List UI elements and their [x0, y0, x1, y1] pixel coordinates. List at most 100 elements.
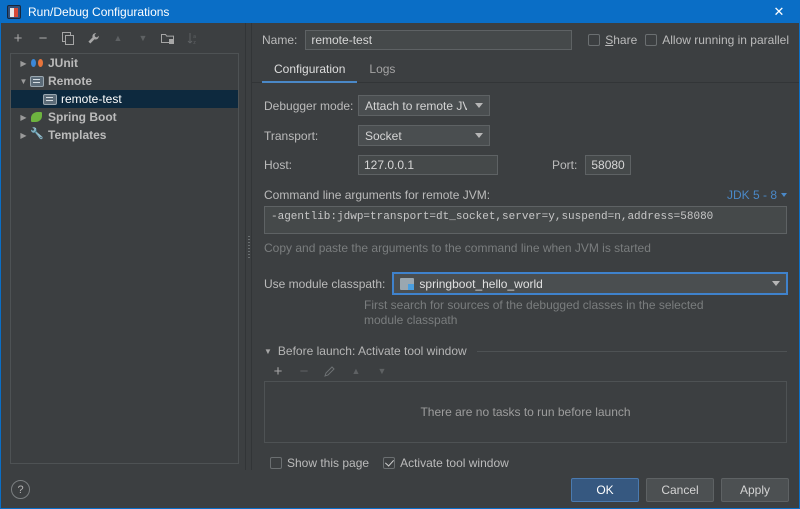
run-debug-configurations-dialog: Run/Debug Configurations ✕ + − ▲ ▼ a z ▶… [0, 0, 800, 509]
tab-logs[interactable]: Logs [357, 59, 407, 83]
command-line-arguments-textarea[interactable]: -agentlib:jdwp=transport=dt_socket,serve… [264, 206, 787, 234]
before-launch-divider [476, 350, 787, 352]
jdk-version-link[interactable]: JDK 5 - 8 [727, 188, 787, 202]
activate-tool-window-checkbox[interactable]: Activate tool window [383, 456, 509, 470]
before-launch-options: Show this page Activate tool window [264, 456, 787, 470]
chevron-down-icon[interactable]: ▼ [17, 77, 30, 86]
configurations-toolbar: + − ▲ ▼ a z [1, 27, 245, 49]
module-classpath-select[interactable]: springboot_hello_world [392, 272, 788, 295]
configuration-form: Debugger mode: Attach to remote JVM Tran… [252, 83, 799, 470]
show-this-page-checkbox-box[interactable] [270, 457, 282, 469]
svg-text:z: z [193, 40, 196, 45]
configurations-panel: + − ▲ ▼ a z ▶ JUnit ▼ Remote remote-test… [1, 23, 245, 470]
tree-node-junit[interactable]: ▶ JUnit [11, 54, 238, 72]
before-launch-header: ▼ Before launch: Activate tool window [264, 344, 787, 358]
cancel-button[interactable]: Cancel [646, 477, 714, 502]
command-line-header: Command line arguments for remote JVM: J… [264, 188, 787, 202]
move-into-folder-button[interactable] [160, 30, 176, 46]
command-line-hint: Copy and paste the arguments to the comm… [264, 241, 651, 255]
remote-icon [43, 94, 57, 105]
chevron-down-icon [772, 281, 780, 286]
task-move-up-button[interactable]: ▲ [348, 363, 364, 379]
add-configuration-button[interactable]: + [10, 30, 26, 46]
share-checkbox[interactable]: Share [588, 33, 637, 47]
before-launch-task-list[interactable]: There are no tasks to run before launch [264, 381, 787, 443]
allow-parallel-checkbox[interactable]: Allow running in parallel [645, 33, 789, 47]
sort-az-icon[interactable]: a z [185, 30, 201, 46]
edit-task-pencil-icon[interactable] [322, 363, 338, 379]
edit-templates-wrench-icon[interactable] [85, 30, 101, 46]
debugger-mode-select[interactable]: Attach to remote JVM [358, 95, 490, 116]
transport-label: Transport: [264, 128, 319, 143]
show-this-page-checkbox[interactable]: Show this page [270, 456, 369, 470]
port-label: Port: [552, 158, 578, 172]
host-input[interactable] [358, 155, 498, 175]
panel-splitter[interactable] [245, 23, 252, 470]
chevron-down-icon[interactable]: ▼ [264, 347, 272, 356]
spring-icon [30, 110, 44, 124]
before-launch-empty-text: There are no tasks to run before launch [420, 405, 631, 419]
module-icon [400, 277, 415, 290]
debugger-mode-value: Attach to remote JVM [365, 98, 467, 113]
before-launch-title: Before launch: Activate tool window [277, 344, 467, 358]
activate-tool-window-checkbox-box[interactable] [383, 457, 396, 469]
module-classpath-row: Use module classpath: springboot_hello_w… [264, 272, 788, 295]
close-icon[interactable]: ✕ [759, 1, 799, 23]
chevron-down-icon [781, 193, 787, 197]
tree-node-spring-boot[interactable]: ▶ Spring Boot [11, 108, 238, 126]
tree-node-label: Templates [48, 128, 107, 142]
tree-node-templates[interactable]: ▶ Templates [11, 126, 238, 144]
splitter-handle [247, 235, 250, 258]
add-task-button[interactable]: + [270, 363, 286, 379]
wrench-icon [30, 127, 44, 142]
editor-tabs: Configuration Logs [252, 57, 799, 83]
apply-button[interactable]: Apply [721, 477, 789, 502]
port-input[interactable] [585, 155, 632, 175]
share-checkbox-box[interactable] [588, 34, 601, 46]
configurations-tree[interactable]: ▶ JUnit ▼ Remote remote-test ▶ Spring Bo… [10, 53, 239, 464]
host-label: Host: [264, 158, 293, 172]
tree-node-label: Spring Boot [48, 110, 117, 124]
move-up-button[interactable]: ▲ [110, 30, 126, 46]
name-row: Name: Share Allow running in parallel [252, 23, 799, 57]
tab-configuration[interactable]: Configuration [262, 59, 358, 83]
window-title: Run/Debug Configurations [28, 5, 170, 19]
chevron-right-icon[interactable]: ▶ [17, 59, 30, 68]
name-input[interactable] [305, 30, 573, 50]
module-classpath-hint: First search for sources of the debugged… [364, 298, 704, 327]
ok-button[interactable]: OK [571, 477, 639, 502]
help-button[interactable]: ? [11, 480, 30, 499]
allow-parallel-checkbox-label: Allow running in parallel [662, 33, 789, 47]
copy-configuration-button[interactable] [60, 30, 76, 46]
show-this-page-label: Show this page [287, 456, 370, 470]
debugger-mode-label: Debugger mode: [264, 98, 354, 113]
configuration-editor-panel: Name: Share Allow running in parallel Co… [252, 23, 799, 470]
remove-task-button[interactable]: − [296, 363, 312, 379]
transport-select[interactable]: Socket [358, 125, 490, 146]
before-launch-section: ▼ Before launch: Activate tool window + … [264, 344, 787, 470]
module-classpath-label: Use module classpath: [264, 276, 386, 291]
junit-icon [30, 56, 44, 70]
share-checkbox-label: Share [605, 33, 638, 47]
dialog-content: + − ▲ ▼ a z ▶ JUnit ▼ Remote remote-test… [1, 23, 799, 470]
chevron-right-icon[interactable]: ▶ [17, 113, 30, 122]
chevron-down-icon [475, 103, 483, 108]
intellij-icon [7, 5, 21, 19]
host-port-row: Host: Port: [264, 155, 787, 175]
allow-parallel-checkbox-box[interactable] [645, 34, 658, 46]
dialog-footer: ? OK Cancel Apply [1, 470, 799, 508]
chevron-down-icon [475, 133, 483, 138]
task-move-down-button[interactable]: ▼ [374, 363, 390, 379]
transport-row: Transport: Socket [264, 125, 787, 146]
tree-node-label: Remote [48, 74, 93, 88]
debugger-mode-row: Debugger mode: Attach to remote JVM [264, 95, 787, 116]
chevron-right-icon[interactable]: ▶ [17, 131, 30, 140]
activate-tool-window-label: Activate tool window [400, 456, 509, 470]
move-down-button[interactable]: ▼ [135, 30, 151, 46]
transport-value: Socket [365, 128, 402, 143]
title-bar: Run/Debug Configurations ✕ [1, 1, 799, 23]
tree-node-remote-test[interactable]: remote-test [11, 90, 238, 108]
tree-node-label: JUnit [48, 56, 78, 70]
tree-node-remote[interactable]: ▼ Remote [11, 72, 238, 90]
remove-configuration-button[interactable]: − [35, 30, 51, 46]
